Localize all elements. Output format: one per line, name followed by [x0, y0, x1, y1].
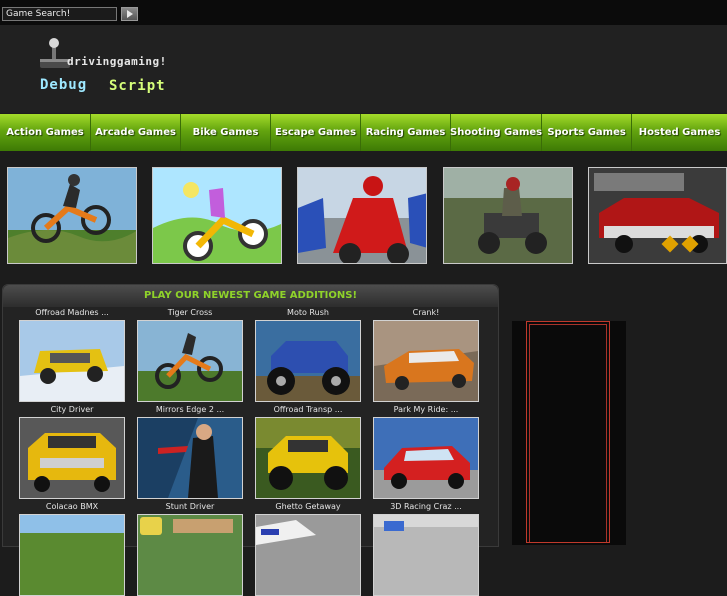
game-card[interactable]: Moto Rush: [255, 307, 361, 402]
game-card[interactable]: Crank!: [373, 307, 479, 402]
nav-bike-games[interactable]: Bike Games: [181, 114, 272, 151]
game-card[interactable]: Park My Ride: ...: [373, 404, 479, 499]
featured-games-strip: [0, 162, 727, 270]
ad-frame: [526, 321, 610, 543]
game-thumbnail[interactable]: [19, 514, 125, 596]
top-bar: [0, 0, 727, 25]
game-thumbnail[interactable]: [137, 417, 243, 499]
site-header: drivinggaming! Debug Script: [0, 25, 727, 113]
game-title[interactable]: City Driver: [19, 404, 125, 416]
game-title[interactable]: Ghetto Getaway: [255, 501, 361, 513]
featured-game-cartoon-bike[interactable]: [152, 167, 282, 264]
game-title[interactable]: Moto Rush: [255, 307, 361, 319]
game-title[interactable]: Stunt Driver: [137, 501, 243, 513]
game-thumbnail[interactable]: [19, 320, 125, 402]
game-thumbnail[interactable]: [373, 514, 479, 596]
game-thumbnail[interactable]: [137, 320, 243, 402]
game-card[interactable]: Colacao BMX: [19, 501, 125, 596]
game-title[interactable]: 3D Racing Craz ...: [373, 501, 479, 513]
featured-game-quad-bike[interactable]: [443, 167, 573, 264]
nav-hosted-games[interactable]: Hosted Games: [632, 114, 727, 151]
advertisement-area[interactable]: [512, 321, 626, 545]
ad-frame-inner: [529, 324, 607, 542]
game-title[interactable]: Crank!: [373, 307, 479, 319]
game-card[interactable]: Offroad Transp ...: [255, 404, 361, 499]
nav-escape-games[interactable]: Escape Games: [271, 114, 362, 151]
arrow-right-icon: [126, 10, 133, 18]
featured-game-dirt-bike[interactable]: [7, 167, 137, 264]
newest-games-heading: PLAY OUR NEWEST GAME ADDITIONS!: [3, 285, 498, 307]
game-card[interactable]: Stunt Driver: [137, 501, 243, 596]
game-card[interactable]: City Driver: [19, 404, 125, 499]
logo-word-script: Script: [109, 78, 166, 94]
game-thumbnail[interactable]: [373, 417, 479, 499]
game-title[interactable]: Tiger Cross: [137, 307, 243, 319]
game-thumbnail[interactable]: [255, 320, 361, 402]
game-title[interactable]: Mirrors Edge 2 ...: [137, 404, 243, 416]
featured-game-classic-car[interactable]: [588, 167, 727, 264]
game-card[interactable]: Tiger Cross: [137, 307, 243, 402]
game-thumbnail[interactable]: [255, 514, 361, 596]
featured-game-motorbike-racing[interactable]: [297, 167, 427, 264]
game-card[interactable]: Mirrors Edge 2 ...: [137, 404, 243, 499]
game-thumbnail[interactable]: [373, 320, 479, 402]
nav-action-games[interactable]: Action Games: [0, 114, 91, 151]
category-nav: Action Games Arcade Games Bike Games Esc…: [0, 114, 727, 151]
nav-arcade-games[interactable]: Arcade Games: [91, 114, 182, 151]
game-thumbnail[interactable]: [137, 514, 243, 596]
game-card[interactable]: Ghetto Getaway: [255, 501, 361, 596]
game-thumbnail[interactable]: [255, 417, 361, 499]
game-title[interactable]: Colacao BMX: [19, 501, 125, 513]
game-thumbnail[interactable]: [19, 417, 125, 499]
logo-word-debug: Debug: [40, 77, 88, 93]
game-card[interactable]: 3D Racing Craz ...: [373, 501, 479, 596]
nav-shooting-games[interactable]: Shooting Games: [450, 114, 542, 151]
site-logo-text[interactable]: drivinggaming!: [67, 55, 167, 68]
game-title[interactable]: Offroad Madnes ...: [19, 307, 125, 319]
search-input[interactable]: [2, 7, 117, 21]
game-title[interactable]: Offroad Transp ...: [255, 404, 361, 416]
nav-sports-games[interactable]: Sports Games: [542, 114, 633, 151]
game-card[interactable]: Offroad Madnes ...: [19, 307, 125, 402]
game-title[interactable]: Park My Ride: ...: [373, 404, 479, 416]
newest-games-panel: PLAY OUR NEWEST GAME ADDITIONS! Offroad …: [2, 284, 499, 596]
nav-racing-games[interactable]: Racing Games: [361, 114, 452, 151]
search-button[interactable]: [121, 7, 138, 21]
